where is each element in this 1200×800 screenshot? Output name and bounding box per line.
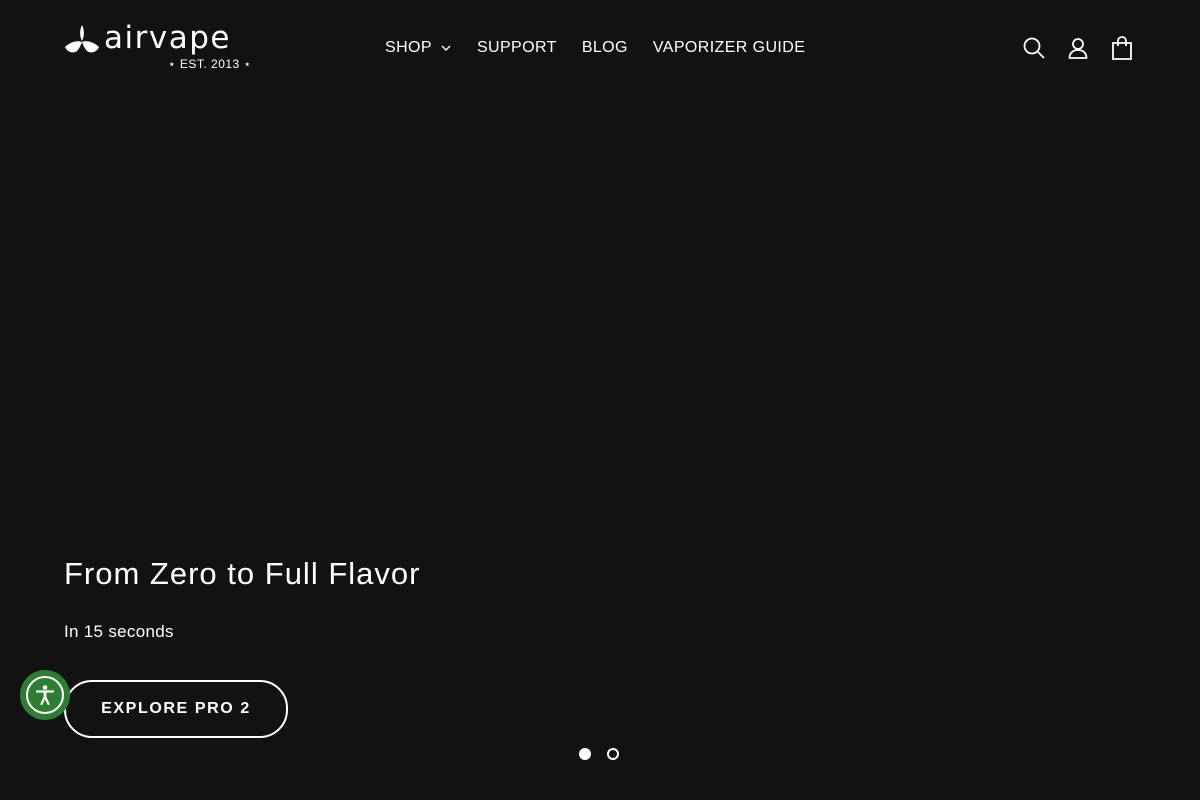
page: airvape ⋆ EST. 2013 ⋆ SHOP SUPPORT BLOG … (0, 0, 1200, 800)
accessibility-button[interactable] (20, 670, 70, 720)
account-button[interactable] (1064, 34, 1092, 62)
nav-item-support[interactable]: SUPPORT (477, 39, 557, 57)
nav-item-label: VAPORIZER GUIDE (652, 39, 806, 56)
nav-item-label: SUPPORT (476, 39, 557, 56)
slide-dot-2[interactable] (607, 748, 619, 760)
explore-pro-2-button[interactable]: EXPLORE PRO 2 (64, 680, 288, 738)
logo-link[interactable]: airvape ⋆ EST. 2013 ⋆ (64, 20, 254, 72)
nav-item-blog[interactable]: BLOG (582, 39, 628, 57)
accessibility-ring (26, 676, 64, 714)
cart-icon (1112, 36, 1132, 60)
nav-item-label: SHOP (385, 39, 432, 56)
hero-subtitle: In 15 seconds (64, 622, 174, 641)
site-header: airvape ⋆ EST. 2013 ⋆ SHOP SUPPORT BLOG … (0, 0, 1200, 95)
brand-tagline: ⋆ EST. 2013 ⋆ (168, 57, 252, 71)
nav-item-vaporizer-guide[interactable]: VAPORIZER GUIDE (653, 39, 805, 57)
main-nav: SHOP SUPPORT BLOG VAPORIZER GUIDE (385, 36, 830, 60)
hero-title: From Zero to Full Flavor (64, 556, 421, 591)
slide-dot-1[interactable] (579, 748, 591, 760)
header-icons (1020, 34, 1152, 62)
airvape-logo-mark-icon (65, 25, 99, 53)
slider-dots (579, 748, 635, 760)
nav-item-shop[interactable]: SHOP (385, 39, 452, 57)
search-button[interactable] (1020, 34, 1048, 62)
search-icon (1023, 37, 1045, 59)
brand-name: airvape (104, 20, 231, 56)
accessibility-person-icon (35, 685, 55, 706)
cart-button[interactable] (1108, 34, 1136, 62)
nav-item-label: BLOG (581, 39, 628, 56)
chevron-down-icon (441, 45, 451, 51)
account-icon (1068, 38, 1088, 59)
